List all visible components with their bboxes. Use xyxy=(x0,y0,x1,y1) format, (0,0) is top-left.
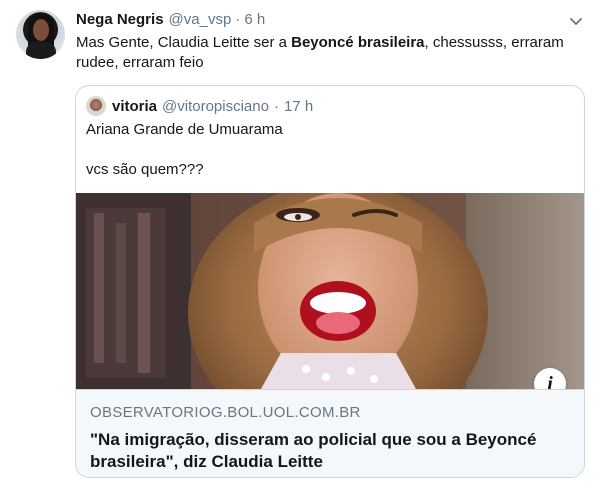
tweet[interactable]: Nega Negris @va_vsp · 6 h Mas Gente, Cla… xyxy=(0,0,598,490)
quoted-tweet[interactable]: vitoria @vitoropisciano · 17 h Ariana Gr… xyxy=(75,85,585,478)
tweet-text-bold: Beyoncé brasileira xyxy=(291,34,425,51)
header-separator: · xyxy=(235,11,241,28)
author-handle[interactable]: @va_vsp xyxy=(169,11,232,28)
link-domain: OBSERVATORIOG.BOL.UOL.COM.BR xyxy=(90,404,361,421)
link-title: "Na imigração, disseram ao policial que … xyxy=(90,430,537,471)
quoted-timestamp: 17 h xyxy=(283,97,314,115)
quoted-author-handle: @vitoropisciano xyxy=(162,97,269,115)
tweet-header: Nega Negris @va_vsp · 6 h xyxy=(76,11,265,31)
quoted-line-gap xyxy=(86,140,566,160)
author-avatar[interactable] xyxy=(16,10,65,59)
author-name[interactable]: Nega Negris xyxy=(76,11,164,28)
tweet-text-before: Mas Gente, Claudia Leitte ser a xyxy=(76,34,292,51)
article-photo[interactable] xyxy=(76,193,584,389)
avatar-body xyxy=(26,42,56,59)
quoted-author-name: vitoria xyxy=(112,97,158,115)
link-preview-card[interactable]: OBSERVATORIOG.BOL.UOL.COM.BR "Na imigraç… xyxy=(76,389,584,477)
quoted-line-2: vcs são quem??? xyxy=(86,161,204,178)
quoted-line-1: Ariana Grande de Umuarama xyxy=(86,121,283,138)
tweet-body: Mas Gente, Claudia Leitte ser a Beyoncé … xyxy=(76,33,576,73)
quoted-header: vitoria @vitoropisciano · 17 h xyxy=(86,95,313,117)
tweet-timestamp[interactable]: 6 h xyxy=(244,11,265,28)
quoted-separator: · xyxy=(273,97,279,115)
avatar-face xyxy=(33,19,49,41)
quoted-author-avatar xyxy=(86,96,106,116)
chevron-down-icon[interactable] xyxy=(567,12,585,30)
quoted-body: Ariana Grande de Umuarama vcs são quem??… xyxy=(86,120,566,180)
